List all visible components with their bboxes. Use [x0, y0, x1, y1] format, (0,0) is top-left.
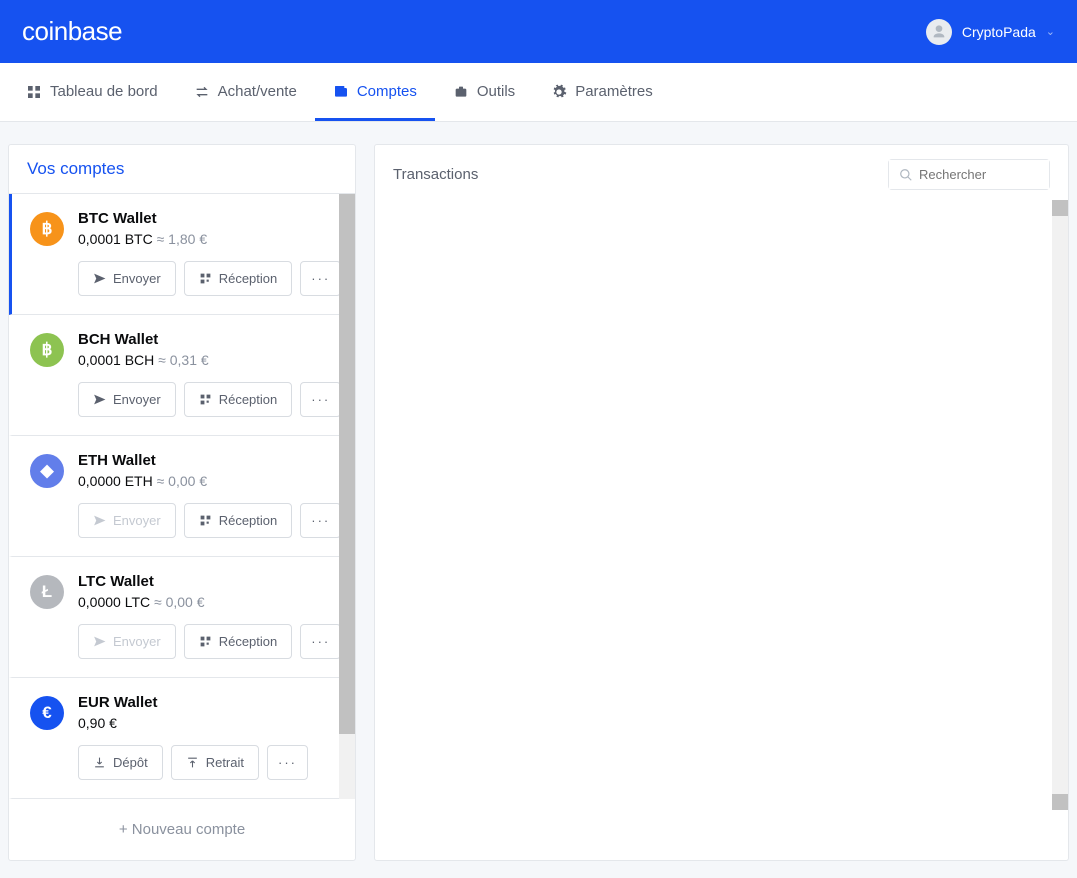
receive-icon	[199, 272, 212, 285]
more-button[interactable]: ···	[300, 382, 341, 417]
transactions-panel: Transactions	[374, 144, 1069, 861]
account-balance: 0,0001 BTC ≈ 1,80 €	[78, 231, 341, 247]
more-button[interactable]: ···	[300, 624, 341, 659]
nav-item-settings[interactable]: Paramètres	[533, 63, 671, 121]
send-button[interactable]: Envoyer	[78, 261, 176, 296]
scrollbar[interactable]	[339, 194, 355, 799]
brand-logo: coinbase	[22, 16, 122, 47]
search-icon	[899, 168, 913, 182]
button-label: Retrait	[206, 755, 244, 770]
send-icon	[93, 272, 106, 285]
account-actions: Dépôt Retrait ···	[78, 745, 329, 780]
new-account-button[interactable]: + Nouveau compte	[9, 799, 355, 860]
coin-icon: ฿	[30, 212, 64, 246]
receive-button[interactable]: Réception	[184, 624, 293, 659]
account-name: BTC Wallet	[78, 210, 341, 227]
nav-label: Paramètres	[575, 83, 653, 100]
account-balance: 0,90 €	[78, 715, 329, 731]
nav-label: Comptes	[357, 83, 417, 100]
user-menu[interactable]: CryptoPada ⌄	[926, 19, 1055, 45]
button-label: Réception	[219, 271, 278, 286]
nav-item-wallet[interactable]: Comptes	[315, 63, 435, 121]
account-name: BCH Wallet	[78, 331, 341, 348]
app-header: coinbase CryptoPada ⌄	[0, 0, 1077, 63]
send-button: Envoyer	[78, 624, 176, 659]
receive-button[interactable]: Réception	[184, 382, 293, 417]
accounts-title: Vos comptes	[9, 145, 355, 194]
settings-icon	[551, 84, 567, 100]
more-button[interactable]: ···	[300, 261, 341, 296]
receive-icon	[199, 635, 212, 648]
button-label: Réception	[219, 634, 278, 649]
coin-icon: ◆	[30, 454, 64, 488]
receive-icon	[199, 514, 212, 527]
receive-icon	[199, 393, 212, 406]
send-icon	[93, 514, 106, 527]
coin-icon: €	[30, 696, 64, 730]
nav-label: Outils	[477, 83, 515, 100]
account-name: ETH Wallet	[78, 452, 341, 469]
button-label: Envoyer	[113, 634, 161, 649]
deposit-icon	[93, 756, 106, 769]
scrollbar-up[interactable]	[1052, 200, 1068, 216]
coin-icon: Ł	[30, 575, 64, 609]
account-balance: 0,0000 ETH ≈ 0,00 €	[78, 473, 341, 489]
scrollbar[interactable]	[1052, 200, 1068, 810]
account-row[interactable]: ◆ ETH Wallet 0,0000 ETH ≈ 0,00 € Envoyer Réc…	[9, 436, 355, 557]
search-box[interactable]	[888, 159, 1050, 190]
plus-icon: +	[119, 821, 132, 838]
more-button[interactable]: ···	[300, 503, 341, 538]
user-name: CryptoPada	[962, 24, 1036, 40]
nav-item-dashboard[interactable]: Tableau de bord	[8, 63, 176, 121]
account-actions: Envoyer Réception ···	[78, 382, 341, 417]
account-row[interactable]: ฿ BTC Wallet 0,0001 BTC ≈ 1,80 € Envoyer Réc…	[9, 194, 355, 315]
tools-icon	[453, 84, 469, 100]
transactions-body	[375, 200, 1068, 810]
dashboard-icon	[26, 84, 42, 100]
account-balance: 0,0000 LTC ≈ 0,00 €	[78, 594, 341, 610]
coin-icon: ฿	[30, 333, 64, 367]
nav-label: Tableau de bord	[50, 83, 158, 100]
button-label: Réception	[219, 513, 278, 528]
chevron-down-icon: ⌄	[1046, 25, 1055, 38]
account-row[interactable]: Ł LTC Wallet 0,0000 LTC ≈ 0,00 € Envoyer Réc…	[9, 557, 355, 678]
account-row[interactable]: ฿ BCH Wallet 0,0001 BCH ≈ 0,31 € Envoyer Réc…	[9, 315, 355, 436]
main-nav: Tableau de bord Achat/vente Comptes Outils P…	[0, 63, 1077, 122]
swap-icon	[194, 84, 210, 100]
account-balance: 0,0001 BCH ≈ 0,31 €	[78, 352, 341, 368]
nav-item-tools[interactable]: Outils	[435, 63, 533, 121]
account-name: EUR Wallet	[78, 694, 329, 711]
button-label: Réception	[219, 392, 278, 407]
button-label: Envoyer	[113, 392, 161, 407]
receive-button[interactable]: Réception	[184, 261, 293, 296]
withdraw-button[interactable]: Retrait	[171, 745, 259, 780]
account-actions: Envoyer Réception ···	[78, 503, 341, 538]
receive-button[interactable]: Réception	[184, 503, 293, 538]
deposit-button[interactable]: Dépôt	[78, 745, 163, 780]
avatar	[926, 19, 952, 45]
accounts-list: ฿ BTC Wallet 0,0001 BTC ≈ 1,80 € Envoyer Réc…	[9, 194, 355, 799]
scrollbar-thumb[interactable]	[339, 194, 355, 734]
send-button[interactable]: Envoyer	[78, 382, 176, 417]
account-name: LTC Wallet	[78, 573, 341, 590]
withdraw-icon	[186, 756, 199, 769]
accounts-panel: Vos comptes ฿ BTC Wallet 0,0001 BTC ≈ 1,80…	[8, 144, 356, 861]
button-label: Envoyer	[113, 271, 161, 286]
send-button: Envoyer	[78, 503, 176, 538]
nav-item-swap[interactable]: Achat/vente	[176, 63, 315, 121]
button-label: Dépôt	[113, 755, 148, 770]
button-label: Envoyer	[113, 513, 161, 528]
account-row[interactable]: € EUR Wallet 0,90 € Dépôt Retrait ···	[9, 678, 355, 799]
account-actions: Envoyer Réception ···	[78, 261, 341, 296]
send-icon	[93, 635, 106, 648]
new-account-label: Nouveau compte	[132, 821, 245, 838]
scrollbar-down[interactable]	[1052, 794, 1068, 810]
transactions-title: Transactions	[393, 166, 478, 183]
search-input[interactable]	[889, 160, 1049, 189]
more-button[interactable]: ···	[267, 745, 308, 780]
account-actions: Envoyer Réception ···	[78, 624, 341, 659]
wallet-icon	[333, 84, 349, 100]
send-icon	[93, 393, 106, 406]
nav-label: Achat/vente	[218, 83, 297, 100]
